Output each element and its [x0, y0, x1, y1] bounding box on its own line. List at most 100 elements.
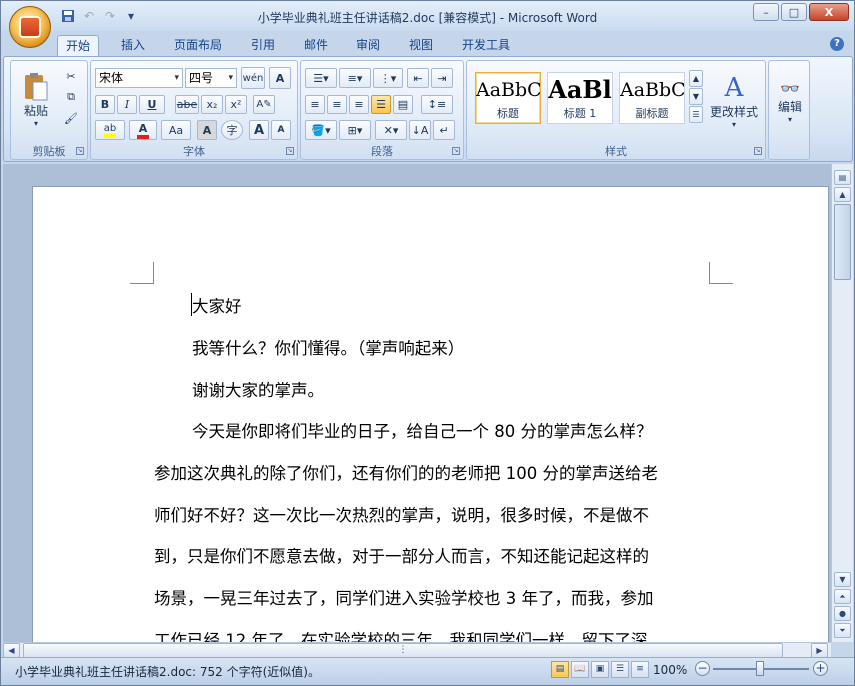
- underline-button[interactable]: U: [139, 95, 165, 114]
- line-spacing-icon[interactable]: ↕≡: [421, 95, 453, 114]
- help-icon[interactable]: ?: [830, 37, 844, 51]
- change-case-button[interactable]: Aa: [161, 120, 191, 140]
- enclose-char-button[interactable]: 字: [221, 120, 243, 140]
- format-painter-icon[interactable]: 🖌: [61, 109, 81, 127]
- strikethrough-button[interactable]: abe: [175, 95, 199, 114]
- shading-icon[interactable]: 🪣▾: [305, 120, 337, 140]
- next-page-icon[interactable]: ⏷: [834, 623, 851, 638]
- dialog-launcher-icon[interactable]: ↘: [452, 147, 460, 155]
- paragraph[interactable]: 师们好不好？这一次比一次热烈的掌声，说明，很多时候，不是做不: [154, 502, 710, 526]
- tab-references[interactable]: 引用: [243, 35, 283, 57]
- align-left-icon[interactable]: ≡: [305, 95, 325, 114]
- crop-mark-top-right: [709, 262, 733, 284]
- paragraph[interactable]: 我等什么？你们懂得。（掌声响起来）: [192, 335, 748, 359]
- multilevel-list-icon[interactable]: ⋮▾: [373, 68, 403, 88]
- style-title[interactable]: AaBbC 标题: [475, 72, 541, 124]
- document-page[interactable]: 大家好 我等什么？你们懂得。（掌声响起来） 谢谢大家的掌声。 今天是你即将们毕业…: [32, 186, 829, 642]
- paragraph[interactable]: 参加这次典礼的除了你们，还有你们的的老师把 100 分的掌声送给老: [154, 460, 710, 484]
- paragraph[interactable]: 工作已经 12 年了，在实验学校的三年，我和同学们一样，留下了深: [154, 627, 710, 642]
- tab-home[interactable]: 开始: [57, 35, 100, 57]
- highlight-button[interactable]: ab: [95, 120, 125, 140]
- font-name-combo[interactable]: 宋体: [95, 68, 183, 88]
- previous-page-icon[interactable]: ⏶: [834, 589, 851, 604]
- hscroll-thumb[interactable]: ⋮: [23, 643, 783, 658]
- char-shading-button[interactable]: A: [197, 120, 217, 140]
- paragraph[interactable]: 场景，一晃三年过去了，同学们进入实验学校也 3 年了，而我，参加: [154, 585, 710, 609]
- bold-button[interactable]: B: [95, 95, 115, 114]
- copy-icon[interactable]: ⧉: [61, 88, 81, 106]
- italic-button[interactable]: I: [117, 95, 137, 114]
- distributed-icon[interactable]: ▤: [393, 95, 413, 114]
- paragraph[interactable]: 大家好: [192, 293, 748, 317]
- styles-group-label: 样式: [605, 145, 627, 158]
- tab-review[interactable]: 审阅: [348, 35, 388, 57]
- tab-view[interactable]: 视图: [401, 35, 441, 57]
- paragraph[interactable]: 到，只是你们不愿意去做，对于一部分人而言，不知还能记起这样的: [154, 543, 710, 567]
- numbering-icon[interactable]: ≡▾: [339, 68, 371, 88]
- style-subtitle[interactable]: AaBbC 副标题: [619, 72, 685, 124]
- scroll-down-icon[interactable]: ▼: [834, 572, 851, 587]
- style-scroll-down-icon[interactable]: ▼: [689, 88, 703, 105]
- horizontal-scrollbar[interactable]: ◀ ⋮ ▶: [3, 642, 831, 658]
- change-styles-button[interactable]: A 更改样式 ▾: [707, 65, 761, 137]
- ruler-toggle-icon[interactable]: ▤: [834, 170, 851, 185]
- superscript-button[interactable]: x²: [225, 95, 247, 114]
- clear-formatting-button[interactable]: A✎: [253, 95, 275, 114]
- align-center-icon[interactable]: ≡: [327, 95, 347, 114]
- word-count-status[interactable]: 小学毕业典礼班主任讲话稿2.doc: 752 个字符(近似值)。: [15, 663, 320, 680]
- cut-icon[interactable]: ✂: [61, 67, 81, 85]
- zoom-slider-thumb[interactable]: [756, 661, 764, 676]
- print-layout-view-icon[interactable]: ▤: [551, 661, 569, 678]
- outline-view-icon[interactable]: ☰: [611, 661, 629, 678]
- paragraph[interactable]: 谢谢大家的掌声。: [192, 377, 748, 401]
- style-heading-1[interactable]: AaBl 标题 1: [547, 72, 613, 124]
- scroll-right-icon[interactable]: ▶: [811, 643, 828, 658]
- bullets-icon[interactable]: ☰▾: [305, 68, 337, 88]
- highlight-icon: ab: [103, 123, 117, 138]
- scroll-thumb[interactable]: [834, 204, 851, 280]
- increase-indent-icon[interactable]: ⇥: [431, 68, 453, 88]
- char-border-button[interactable]: A: [269, 67, 291, 89]
- close-button[interactable]: X: [809, 3, 849, 21]
- editing-button[interactable]: 👓 编辑 ▾: [771, 65, 809, 137]
- web-layout-view-icon[interactable]: ▣: [591, 661, 609, 678]
- zoom-level[interactable]: 100%: [653, 663, 687, 677]
- paste-button[interactable]: 粘贴 ▾: [17, 65, 55, 135]
- justify-icon[interactable]: ☰: [371, 95, 391, 114]
- window-controls: – □ X: [753, 3, 849, 21]
- tab-developer[interactable]: 开发工具: [454, 35, 518, 57]
- zoom-in-button[interactable]: +: [813, 661, 828, 676]
- scroll-left-icon[interactable]: ◀: [3, 643, 20, 658]
- vertical-scrollbar[interactable]: ▤ ▲ ▼ ⏶ ● ⏷: [831, 164, 853, 642]
- chinese-layout-icon[interactable]: ✕▾: [375, 120, 407, 140]
- style-scroll-up-icon[interactable]: ▲: [689, 70, 703, 87]
- show-marks-icon[interactable]: ↵: [433, 120, 455, 140]
- office-button[interactable]: [9, 6, 51, 48]
- draft-view-icon[interactable]: ≡: [631, 661, 649, 678]
- font-group: 宋体 四号 wén A B I U abe x₂ x² A✎ ab A Aa A…: [90, 60, 298, 160]
- scroll-up-icon[interactable]: ▲: [834, 187, 851, 202]
- dialog-launcher-icon[interactable]: ↘: [754, 147, 762, 155]
- browse-object-icon[interactable]: ●: [834, 606, 851, 621]
- tab-mailings[interactable]: 邮件: [296, 35, 336, 57]
- style-more-icon[interactable]: ☰: [689, 106, 703, 123]
- tab-page-layout[interactable]: 页面布局: [166, 35, 230, 57]
- shrink-font-button[interactable]: A: [271, 120, 291, 140]
- phonetic-guide-button[interactable]: wén: [241, 67, 265, 89]
- decrease-indent-icon[interactable]: ⇤: [407, 68, 429, 88]
- font-size-combo[interactable]: 四号: [185, 68, 237, 88]
- subscript-button[interactable]: x₂: [201, 95, 223, 114]
- align-right-icon[interactable]: ≡: [349, 95, 369, 114]
- font-color-button[interactable]: A: [129, 120, 157, 140]
- maximize-button[interactable]: □: [781, 3, 807, 21]
- tab-insert[interactable]: 插入: [113, 35, 153, 57]
- sort-icon[interactable]: ↓A: [409, 120, 431, 140]
- borders-icon[interactable]: ⊞▾: [339, 120, 371, 140]
- zoom-out-button[interactable]: −: [695, 661, 710, 676]
- paragraph[interactable]: 今天是你即将们毕业的日子，给自己一个 80 分的掌声怎么样？: [192, 418, 748, 442]
- full-screen-reading-view-icon[interactable]: 📖: [571, 661, 589, 678]
- grow-font-button[interactable]: A: [249, 120, 269, 140]
- dialog-launcher-icon[interactable]: ↘: [286, 147, 294, 155]
- dialog-launcher-icon[interactable]: ↘: [76, 147, 84, 155]
- minimize-button[interactable]: –: [753, 3, 779, 21]
